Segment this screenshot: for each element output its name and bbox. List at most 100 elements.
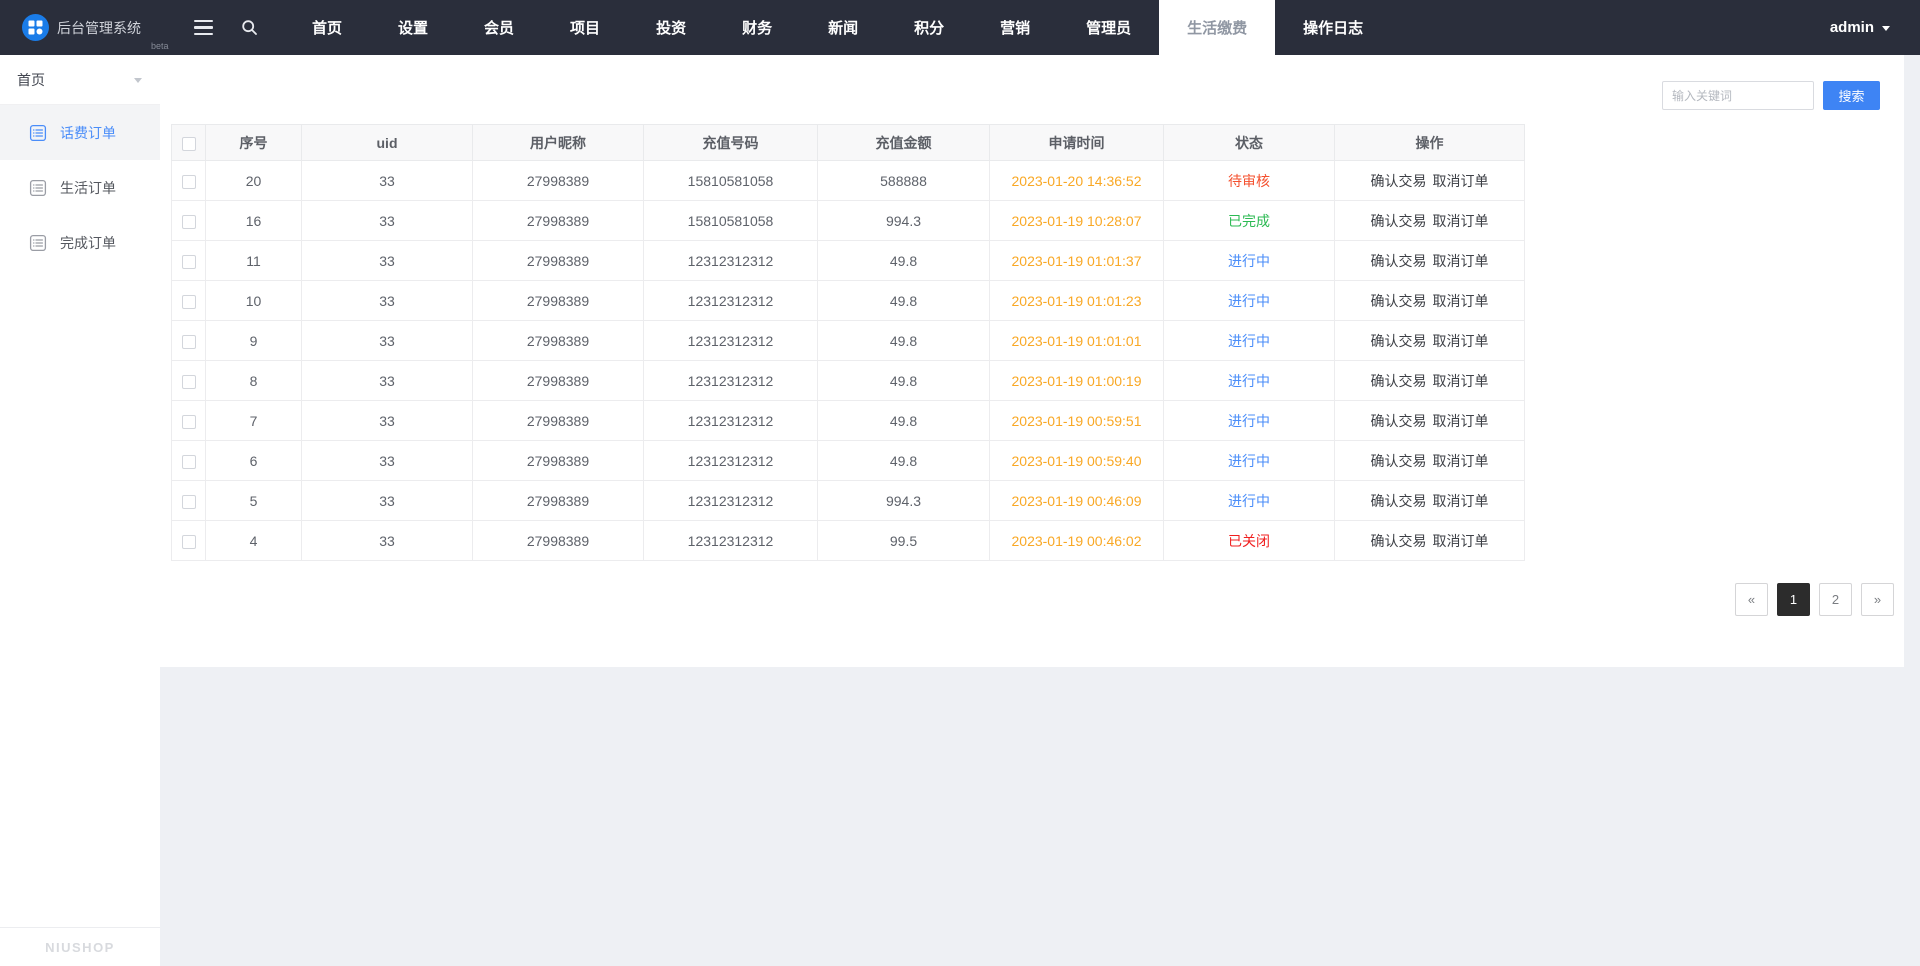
- sidebar-item-1[interactable]: 生活订单: [0, 160, 160, 215]
- cell-nickname: 27998389: [472, 520, 644, 561]
- cell-nickname: 27998389: [472, 280, 644, 321]
- pagination-next-button[interactable]: »: [1861, 583, 1894, 616]
- sidebar-section-toggle[interactable]: 首页: [0, 55, 160, 105]
- global-search-button[interactable]: [226, 0, 272, 55]
- cell-operations: 确认交易 取消订单: [1334, 480, 1525, 521]
- row-checkbox[interactable]: [181, 534, 196, 549]
- nav-item-2[interactable]: 会员: [456, 0, 542, 55]
- cell-apply-time: 2023-01-19 01:01:37: [989, 240, 1164, 281]
- row-checkbox[interactable]: [181, 294, 196, 309]
- confirm-trade-link[interactable]: 确认交易: [1368, 333, 1430, 349]
- pagination-page-1[interactable]: 1: [1777, 583, 1810, 616]
- nav-item-0[interactable]: 首页: [284, 0, 370, 55]
- user-menu[interactable]: admin: [1800, 0, 1920, 55]
- cell-apply-time: 2023-01-19 00:59:51: [989, 400, 1164, 441]
- cell-recharge-number: 12312312312: [643, 400, 818, 441]
- cell-amount: 49.8: [817, 440, 990, 481]
- table-row: 4 33 27998389 12312312312 99.5 2023-01-1…: [171, 520, 1525, 561]
- app-title: 后台管理系统: [57, 19, 141, 36]
- sidebar-section-title: 首页: [17, 71, 45, 88]
- sidebar-item-2[interactable]: 完成订单: [0, 215, 160, 270]
- cancel-order-link[interactable]: 取消订单: [1430, 533, 1492, 549]
- status-badge: 已关闭: [1163, 520, 1335, 561]
- row-checkbox[interactable]: [181, 214, 196, 229]
- list-icon: [29, 234, 47, 251]
- column-header-5: 申请时间: [989, 124, 1164, 161]
- cell-operations: 确认交易 取消订单: [1334, 200, 1525, 241]
- cell-recharge-number: 12312312312: [643, 440, 818, 481]
- confirm-trade-link[interactable]: 确认交易: [1368, 533, 1430, 549]
- cancel-order-link[interactable]: 取消订单: [1430, 173, 1492, 189]
- cell-apply-time: 2023-01-19 00:46:09: [989, 480, 1164, 521]
- cell-seq: 11: [205, 240, 302, 281]
- cell-nickname: 27998389: [472, 400, 644, 441]
- row-checkbox[interactable]: [181, 334, 196, 349]
- cell-uid: 33: [301, 400, 473, 441]
- cancel-order-link[interactable]: 取消订单: [1430, 213, 1492, 229]
- app-logo: 后台管理系统 beta: [0, 0, 180, 55]
- confirm-trade-link[interactable]: 确认交易: [1368, 373, 1430, 389]
- orders-table-wrap: 序号 uid 用户昵称 充值号码 充值金额 申请时间 状态 操作 20 33 27998389…: [171, 124, 1525, 561]
- cell-recharge-number: 12312312312: [643, 360, 818, 401]
- cell-seq: 10: [205, 280, 302, 321]
- row-checkbox[interactable]: [181, 414, 196, 429]
- cell-uid: 33: [301, 440, 473, 481]
- nav-item-4[interactable]: 投资: [628, 0, 714, 55]
- row-checkbox[interactable]: [181, 254, 196, 269]
- cell-recharge-number: 12312312312: [643, 280, 818, 321]
- nav-item-11[interactable]: 操作日志: [1275, 0, 1391, 55]
- cell-nickname: 27998389: [472, 480, 644, 521]
- cancel-order-link[interactable]: 取消订单: [1430, 253, 1492, 269]
- confirm-trade-link[interactable]: 确认交易: [1368, 413, 1430, 429]
- cell-amount: 49.8: [817, 320, 990, 361]
- pagination-prev-button[interactable]: «: [1735, 583, 1768, 616]
- search-input[interactable]: [1662, 81, 1814, 110]
- sidebar-item-label: 话费订单: [60, 124, 116, 141]
- search-button[interactable]: 搜索: [1823, 81, 1880, 110]
- confirm-trade-link[interactable]: 确认交易: [1368, 293, 1430, 309]
- nav-item-5[interactable]: 财务: [714, 0, 800, 55]
- hamburger-icon: [193, 19, 213, 36]
- column-header-4: 充值金额: [817, 124, 990, 161]
- confirm-trade-link[interactable]: 确认交易: [1368, 173, 1430, 189]
- cancel-order-link[interactable]: 取消订单: [1430, 413, 1492, 429]
- pagination-page-2[interactable]: 2: [1819, 583, 1852, 616]
- cancel-order-link[interactable]: 取消订单: [1430, 453, 1492, 469]
- confirm-trade-link[interactable]: 确认交易: [1368, 253, 1430, 269]
- nav-item-9[interactable]: 管理员: [1058, 0, 1159, 55]
- nav-item-3[interactable]: 项目: [542, 0, 628, 55]
- cell-amount: 49.8: [817, 360, 990, 401]
- confirm-trade-link[interactable]: 确认交易: [1368, 213, 1430, 229]
- nav-item-8[interactable]: 营销: [972, 0, 1058, 55]
- orders-table: 序号 uid 用户昵称 充值号码 充值金额 申请时间 状态 操作 20 33 27998389…: [171, 124, 1525, 561]
- select-all-checkbox[interactable]: [181, 136, 196, 151]
- row-checkbox[interactable]: [181, 494, 196, 509]
- sidebar-item-0[interactable]: 话费订单: [0, 105, 160, 160]
- search-icon: [241, 20, 257, 35]
- cell-apply-time: 2023-01-19 01:01:01: [989, 320, 1164, 361]
- sidebar: 首页 话费订单 生活订单 完成订单 NIUSHOP: [0, 55, 160, 966]
- status-badge: 进行中: [1163, 480, 1335, 521]
- status-badge: 待审核: [1163, 160, 1335, 201]
- cancel-order-link[interactable]: 取消订单: [1430, 493, 1492, 509]
- confirm-trade-link[interactable]: 确认交易: [1368, 453, 1430, 469]
- nav-item-10[interactable]: 生活缴费: [1159, 0, 1276, 55]
- confirm-trade-link[interactable]: 确认交易: [1368, 493, 1430, 509]
- row-checkbox[interactable]: [181, 454, 196, 469]
- menu-toggle-button[interactable]: [180, 0, 226, 55]
- cancel-order-link[interactable]: 取消订单: [1430, 333, 1492, 349]
- cell-seq: 8: [205, 360, 302, 401]
- cancel-order-link[interactable]: 取消订单: [1430, 373, 1492, 389]
- cell-amount: 99.5: [817, 520, 990, 561]
- nav-item-1[interactable]: 设置: [370, 0, 456, 55]
- cell-seq: 4: [205, 520, 302, 561]
- cell-operations: 确认交易 取消订单: [1334, 240, 1525, 281]
- cell-recharge-number: 12312312312: [643, 240, 818, 281]
- list-icon: [29, 179, 47, 196]
- nav-item-7[interactable]: 积分: [886, 0, 972, 55]
- row-checkbox[interactable]: [181, 174, 196, 189]
- row-checkbox[interactable]: [181, 374, 196, 389]
- cell-operations: 确认交易 取消订单: [1334, 360, 1525, 401]
- cancel-order-link[interactable]: 取消订单: [1430, 293, 1492, 309]
- nav-item-6[interactable]: 新闻: [800, 0, 886, 55]
